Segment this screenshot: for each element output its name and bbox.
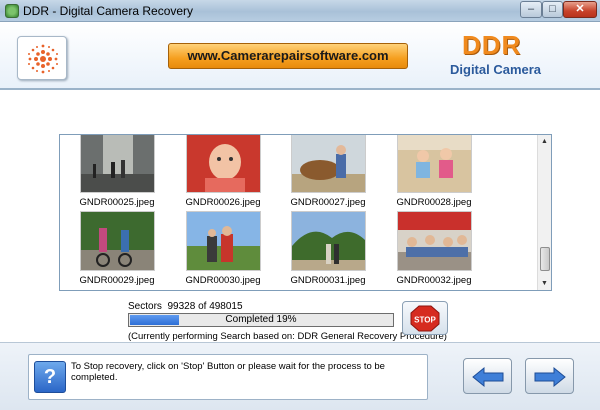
- thumbnail-image: [396, 135, 472, 193]
- title-bar: DDR - Digital Camera Recovery – □ ✕: [0, 0, 600, 22]
- website-banner[interactable]: www.Camerarepairsoftware.com: [168, 43, 408, 69]
- thumbnail-item[interactable]: GNDR00029.jpeg: [77, 211, 157, 286]
- thumbnail-image: [79, 135, 155, 193]
- scroll-thumb[interactable]: [540, 247, 550, 271]
- thumbnail-filename: GNDR00029.jpeg: [79, 275, 155, 286]
- help-button[interactable]: ?: [34, 361, 66, 393]
- status-message: To Stop recovery, click on 'Stop' Button…: [71, 361, 385, 383]
- progress-text: Completed 19%: [225, 314, 297, 325]
- thumbnail-item[interactable]: GNDR00026.jpeg: [183, 135, 263, 208]
- footer-band: ? To Stop recovery, click on 'Stop' Butt…: [0, 342, 600, 410]
- brand-subtitle: Digital Camera: [450, 62, 542, 77]
- scroll-down-icon[interactable]: ▼: [538, 277, 551, 290]
- thumbnail-image: [396, 211, 472, 271]
- scroll-up-icon[interactable]: ▲: [538, 135, 551, 148]
- dot-burst-icon: [17, 36, 67, 80]
- sectors-done: 99328: [167, 301, 196, 312]
- thumbnail-filename: GNDR00026.jpeg: [185, 197, 261, 208]
- sectors-readout: Sectors 99328 of 498015: [128, 301, 243, 312]
- thumbnail-image: [79, 211, 155, 271]
- sectors-of: of: [198, 301, 207, 312]
- brand-name: DDR: [462, 30, 522, 60]
- sectors-label: Sectors: [128, 301, 162, 312]
- thumbnail-item[interactable]: GNDR00031.jpeg: [288, 211, 368, 286]
- thumbnail-item[interactable]: GNDR00025.jpeg: [77, 135, 157, 208]
- arrow-right-icon: [534, 366, 566, 388]
- recovered-files-gallery[interactable]: GNDR00032.jpeg GNDR00031.jpeg GNDR00030.jp…: [59, 134, 552, 291]
- main-panel: GNDR00032.jpeg GNDR00031.jpeg GNDR00030.jp…: [0, 92, 600, 342]
- window-title: DDR - Digital Camera Recovery: [23, 4, 194, 18]
- thumbnail-filename: GNDR00027.jpeg: [290, 197, 366, 208]
- maximize-button[interactable]: □: [542, 1, 563, 18]
- current-procedure-text: (Currently performing Search based on: D…: [128, 331, 447, 342]
- arrow-left-icon: [472, 366, 504, 388]
- stop-label: STOP: [414, 316, 436, 325]
- thumbnail-image: [290, 211, 366, 271]
- app-icon: [5, 4, 19, 18]
- stop-button[interactable]: STOP: [402, 301, 448, 335]
- thumbnail-image: [185, 211, 261, 271]
- close-button[interactable]: ✕: [563, 1, 597, 18]
- thumbnail-item[interactable]: GNDR00028.jpeg: [394, 135, 474, 208]
- sectors-total: 498015: [209, 301, 243, 312]
- header-band: www.Camerarepairsoftware.com DDR Digital…: [0, 22, 600, 90]
- vertical-scrollbar[interactable]: ▲ ▼: [537, 135, 551, 290]
- status-message-box: ? To Stop recovery, click on 'Stop' Butt…: [28, 354, 428, 400]
- thumbnail-filename: GNDR00031.jpeg: [290, 275, 366, 286]
- thumbnail-filename: GNDR00028.jpeg: [396, 197, 472, 208]
- thumbnail-item[interactable]: GNDR00032.jpeg: [394, 211, 474, 286]
- thumbnail-image: [185, 135, 261, 193]
- thumbnail-filename: GNDR00030.jpeg: [185, 275, 261, 286]
- thumbnail-image: [290, 135, 366, 193]
- thumbnail-filename: GNDR00032.jpeg: [396, 275, 472, 286]
- next-button[interactable]: [525, 358, 574, 394]
- recovery-progress-bar: Completed 19%: [128, 313, 394, 327]
- minimize-button[interactable]: –: [520, 1, 542, 18]
- thumbnail-filename: GNDR00025.jpeg: [79, 197, 155, 208]
- stop-sign-icon: STOP: [410, 305, 440, 332]
- thumbnail-item[interactable]: GNDR00027.jpeg: [288, 135, 368, 208]
- thumbnail-item[interactable]: GNDR00030.jpeg: [183, 211, 263, 286]
- back-button[interactable]: [463, 358, 512, 394]
